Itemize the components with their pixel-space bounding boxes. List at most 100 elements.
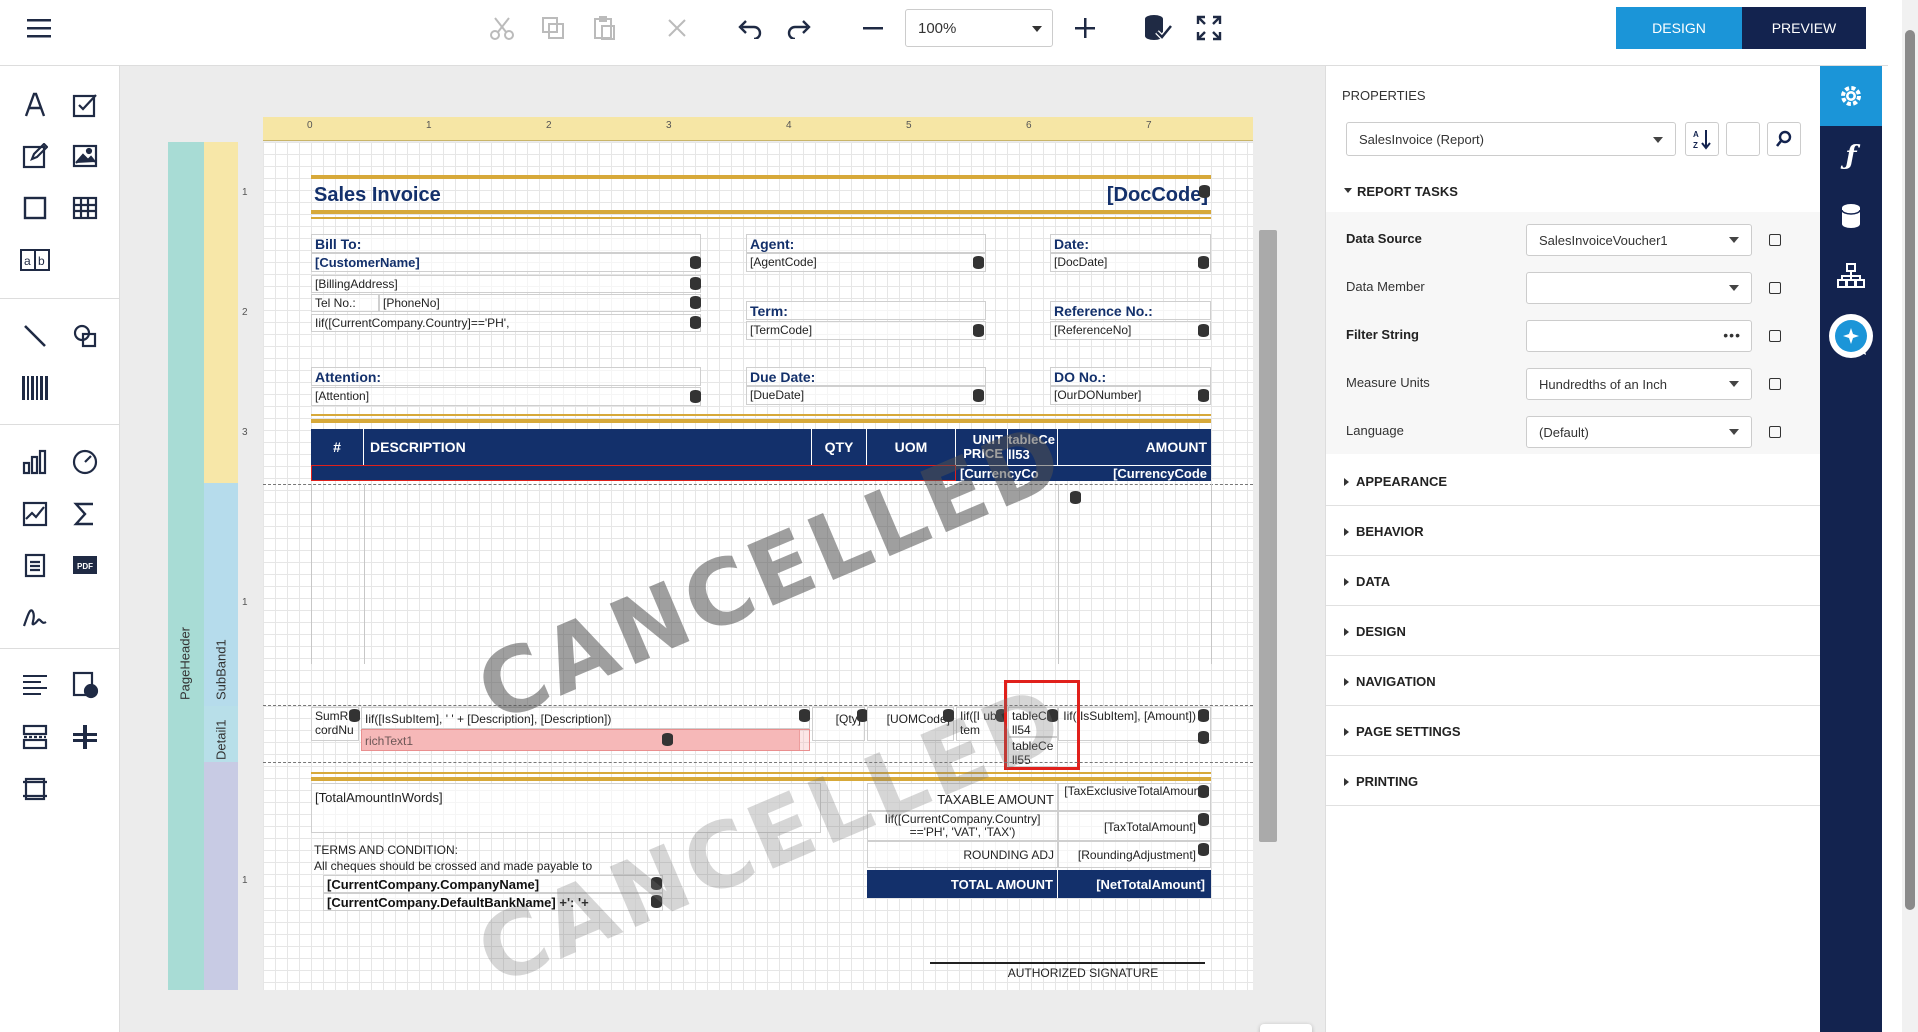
term-field[interactable]: [TermCode] [746, 321, 986, 340]
summary-tool-icon[interactable] [63, 492, 107, 536]
undo-icon[interactable] [730, 10, 770, 46]
due-date-field[interactable]: [DueDate] [746, 386, 986, 405]
report-title[interactable]: Sales Invoice [311, 183, 791, 207]
zoom-in-icon[interactable] [1065, 10, 1105, 46]
category-data[interactable]: DATA [1326, 556, 1821, 606]
phone-field[interactable]: [PhoneNo] [379, 294, 701, 312]
sparkline-tool-icon[interactable] [13, 492, 57, 536]
country-expression-field[interactable]: Iif([CurrentCompany.Country]=='PH', [311, 314, 701, 332]
fullscreen-icon[interactable] [1189, 10, 1229, 46]
category-appearance[interactable]: APPEARANCE [1326, 456, 1821, 506]
subreport-tool-icon[interactable] [63, 663, 107, 707]
data-member-select[interactable] [1526, 272, 1752, 304]
sort-alphabetical-icon[interactable]: AZ [1685, 122, 1719, 156]
data-source-select[interactable]: SalesInvoiceVoucher1 [1526, 224, 1752, 256]
window-scrollbar[interactable] [1902, 0, 1918, 1032]
gauge-tool-icon[interactable] [63, 440, 107, 484]
prop-checkbox[interactable] [1769, 330, 1781, 342]
tax-total-field[interactable]: [TaxTotalAmount] [1058, 811, 1211, 841]
cross-band-line-tool-icon[interactable] [63, 715, 107, 759]
do-number-label[interactable]: DO No.: [1050, 367, 1211, 386]
delete-icon[interactable] [657, 10, 697, 46]
design-button[interactable]: DESIGN [1616, 7, 1742, 49]
report-tasks-header[interactable]: REPORT TASKS [1326, 172, 1821, 212]
attention-label[interactable]: Attention: [311, 367, 701, 386]
character-comb-tool-icon[interactable]: ab [13, 238, 57, 282]
measure-units-select[interactable]: Hundredths of an Inch [1526, 368, 1752, 400]
prop-checkbox[interactable] [1769, 378, 1781, 390]
cut-icon[interactable] [482, 10, 522, 46]
copy-icon[interactable] [533, 10, 573, 46]
notification-bell-icon[interactable] [1260, 1024, 1312, 1032]
ai-assistant-icon[interactable] [1820, 306, 1882, 366]
header-qty[interactable]: QTY [812, 429, 867, 465]
agent-label[interactable]: Agent: [746, 234, 986, 253]
zoom-select[interactable]: 100% [905, 9, 1053, 47]
barcode-tool-icon[interactable] [13, 366, 57, 410]
signature-tool-icon[interactable] [13, 595, 57, 639]
report-page[interactable]: Sales Invoice [DocCode] Bill To: [Custom… [263, 142, 1253, 990]
header-amount[interactable]: AMOUNT [1058, 429, 1211, 465]
agent-field[interactable]: [AgentCode] [746, 253, 986, 272]
table-tool-icon[interactable] [63, 186, 107, 230]
billing-address-field[interactable]: [BillingAddress] [311, 275, 701, 293]
checkbox-tool-icon[interactable] [63, 83, 107, 127]
bill-to-label[interactable]: Bill To: [311, 234, 701, 253]
validate-bindings-icon[interactable] [1138, 10, 1178, 46]
preview-button[interactable]: PREVIEW [1742, 7, 1866, 49]
category-page-settings[interactable]: PAGE SETTINGS [1326, 706, 1821, 756]
canvas-scrollbar[interactable] [1259, 230, 1277, 842]
date-label[interactable]: Date: [1050, 234, 1211, 253]
panel-tool-icon[interactable] [13, 186, 57, 230]
chart-tool-icon[interactable] [13, 440, 57, 484]
reference-field[interactable]: [ReferenceNo] [1050, 321, 1211, 340]
category-printing[interactable]: PRINTING [1326, 756, 1821, 806]
net-total-amount[interactable]: [NetTotalAmount] [1058, 870, 1211, 898]
due-date-label[interactable]: Due Date: [746, 367, 986, 386]
line-tool-icon[interactable] [13, 314, 57, 358]
paste-icon[interactable] [584, 10, 624, 46]
do-number-field[interactable]: [OurDONumber] [1050, 386, 1211, 405]
category-design[interactable]: DESIGN [1326, 606, 1821, 656]
tel-label[interactable]: Tel No.: [311, 294, 379, 312]
pdf-content-tool-icon[interactable]: PDF [63, 543, 107, 587]
rounding-adjustment-field[interactable]: [RoundingAdjustment] [1058, 841, 1211, 868]
attention-field[interactable]: [Attention] [311, 387, 701, 406]
field-list-database-icon[interactable] [1820, 186, 1882, 246]
total-amount-label[interactable]: TOTAL AMOUNT [867, 870, 1058, 898]
header-num[interactable]: # [311, 429, 364, 465]
redo-icon[interactable] [779, 10, 819, 46]
doc-code-field[interactable]: [DocCode] [793, 183, 1211, 207]
properties-gear-icon[interactable] [1820, 66, 1882, 126]
search-icon[interactable] [1767, 122, 1801, 156]
term-label[interactable]: Term: [746, 301, 986, 320]
page-info-tool-icon[interactable] [13, 543, 57, 587]
authorized-signature-label[interactable]: AUTHORIZED SIGNATURE [963, 965, 1203, 983]
ellipsis-icon[interactable]: ••• [1723, 327, 1741, 343]
category-behavior[interactable]: BEHAVIOR [1326, 506, 1821, 556]
date-field[interactable]: [DocDate] [1050, 253, 1211, 272]
currency-code-2[interactable]: [CurrencyCode [1058, 465, 1211, 481]
customer-name-field[interactable]: [CustomerName] [311, 253, 701, 272]
filter-string-input[interactable]: ••• [1526, 320, 1752, 352]
search-field-box[interactable] [1726, 122, 1760, 156]
language-select[interactable]: (Default) [1526, 416, 1752, 448]
shape-tool-icon[interactable] [63, 314, 107, 358]
cross-band-box-tool-icon[interactable] [13, 767, 57, 811]
tax-exclusive-total[interactable]: [TaxExclusiveTotalAmount] [1058, 783, 1211, 811]
label-tool-icon[interactable] [13, 83, 57, 127]
scrollbar-thumb[interactable] [1905, 30, 1915, 910]
category-navigation[interactable]: NAVIGATION [1326, 656, 1821, 706]
amount-expression[interactable]: Iif([IsSubItem], [Amount]) [1058, 707, 1211, 741]
rounding-adj-label[interactable]: ROUNDING ADJ [867, 841, 1058, 868]
prop-checkbox[interactable] [1769, 234, 1781, 246]
band-strip-pageheader[interactable] [168, 142, 204, 990]
prop-checkbox[interactable] [1769, 282, 1781, 294]
zoom-out-icon[interactable] [853, 10, 893, 46]
hamburger-menu-icon[interactable] [20, 10, 60, 46]
expressions-function-icon[interactable]: ƒ [1820, 126, 1882, 186]
band-strip-footer[interactable] [204, 762, 238, 990]
description-expression[interactable]: Iif([IsSubItem], ' ' + [Description], [D… [361, 707, 810, 729]
richtext-tool-icon[interactable] [13, 134, 57, 178]
page-break-tool-icon[interactable] [13, 715, 57, 759]
